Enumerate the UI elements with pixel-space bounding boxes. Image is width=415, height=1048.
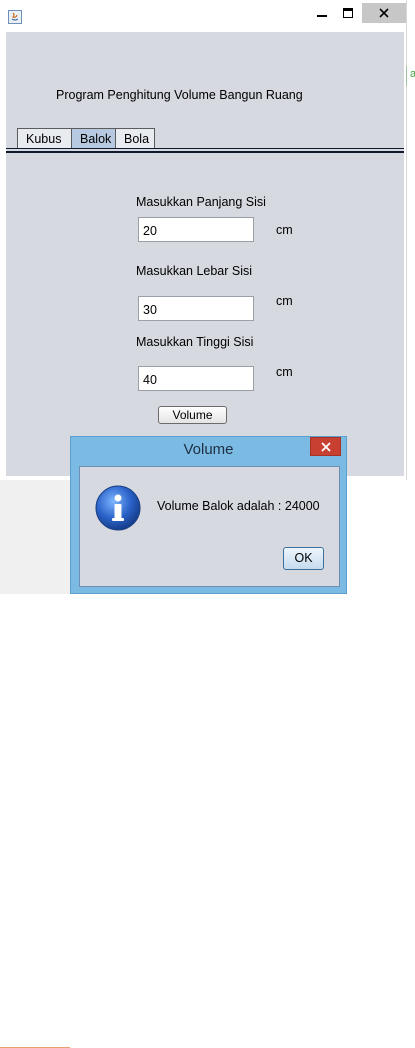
desktop-area [0, 480, 70, 1048]
dialog-message: Volume Balok adalah : 24000 [157, 499, 320, 513]
close-window-button[interactable] [362, 3, 406, 23]
background-window-text: a [410, 68, 415, 80]
tinggi-unit: cm [276, 365, 293, 379]
lebar-unit: cm [276, 294, 293, 308]
dialog-title: Volume [183, 441, 234, 458]
tab-divider [6, 148, 404, 149]
tinggi-label: Masukkan Tinggi Sisi [136, 335, 254, 349]
info-icon [95, 485, 141, 531]
page-title: Program Penghitung Volume Bangun Ruang [56, 88, 303, 102]
tab-bola[interactable]: Bola [115, 128, 155, 148]
main-panel: Program Penghitung Volume Bangun Ruang K… [6, 32, 404, 476]
close-icon [321, 442, 331, 452]
panjang-unit: cm [276, 223, 293, 237]
close-icon [379, 8, 389, 18]
tab-balok[interactable]: Balok [71, 128, 116, 148]
message-dialog: Volume Volume Balok adalah : 24000 OK [70, 436, 347, 594]
volume-button[interactable]: Volume [158, 406, 227, 424]
main-window: Program Penghitung Volume Bangun Ruang K… [0, 0, 407, 480]
tab-kubus[interactable]: Kubus [17, 128, 72, 148]
tinggi-input[interactable] [138, 366, 254, 391]
panjang-input[interactable] [138, 217, 254, 242]
lebar-label: Masukkan Lebar Sisi [136, 264, 253, 278]
java-app-icon [8, 10, 22, 24]
background-window: a [406, 66, 415, 86]
minimize-button[interactable] [309, 3, 335, 23]
ok-button[interactable]: OK [283, 547, 324, 570]
tab-divider [6, 151, 404, 153]
panjang-label: Masukkan Panjang Sisi [136, 195, 266, 209]
title-bar [0, 0, 406, 32]
dialog-body: Volume Balok adalah : 24000 OK [79, 466, 340, 587]
lebar-input[interactable] [138, 296, 254, 321]
maximize-button[interactable] [335, 3, 361, 23]
dialog-close-button[interactable] [310, 437, 341, 456]
